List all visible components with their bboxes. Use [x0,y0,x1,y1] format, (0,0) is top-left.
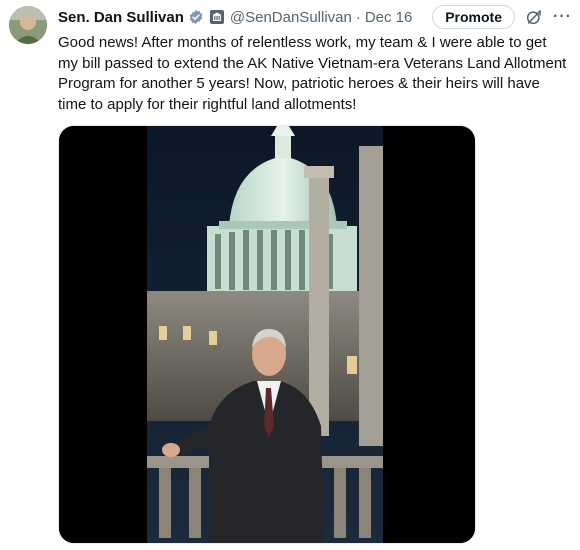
government-affiliation-icon [209,10,224,24]
video-frame-capitol [59,126,475,543]
separator-dot: · [355,8,361,26]
verified-badge-icon [188,9,204,25]
author-handle[interactable]: @SenDanSullivan [230,9,352,26]
promote-button[interactable]: Promote [432,5,516,29]
tweet-text: Good news! After months of relentless wo… [58,34,567,113]
tweet-date[interactable]: Dec 16 [365,9,413,26]
tweet-header: Sen. Dan Sullivan @SenDanSullivan · Dec … [58,5,572,29]
author-name[interactable]: Sen. Dan Sullivan [58,9,184,26]
tweet-video[interactable] [58,125,476,544]
grok-icon[interactable] [525,8,543,26]
author-avatar[interactable] [9,6,47,44]
more-icon[interactable]: ··· [553,8,572,26]
